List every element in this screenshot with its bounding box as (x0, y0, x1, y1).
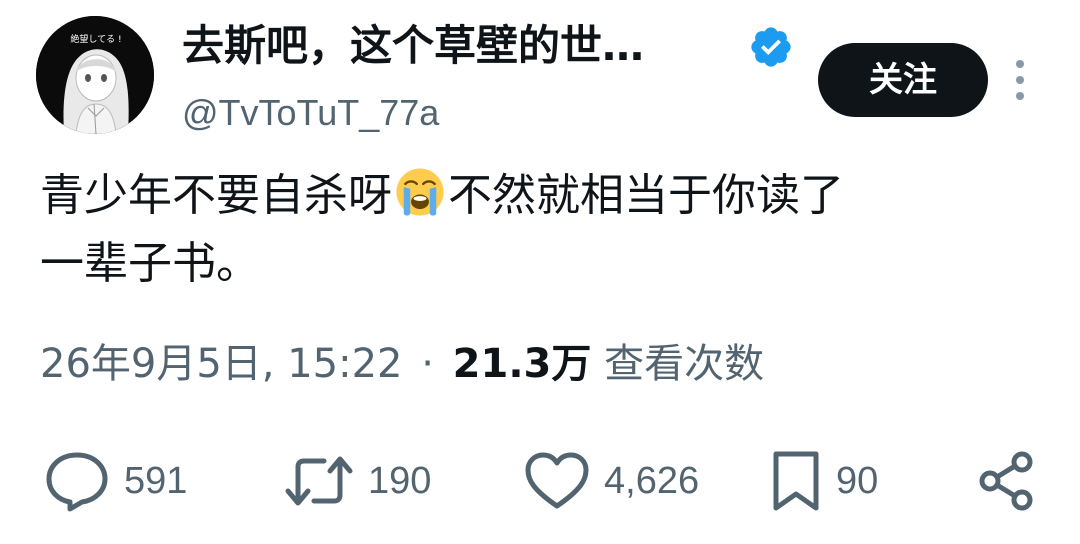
bookmark-icon (773, 451, 819, 511)
views-label: 查看次数 (604, 341, 765, 387)
bookmark-button[interactable]: 90 (770, 448, 878, 514)
timestamp[interactable]: 26年9月5日, 15:22 (40, 341, 403, 387)
heart-icon (525, 452, 589, 509)
bookmark-count: 90 (836, 460, 879, 502)
tweet-text-part-2: 不然就相当于你读了 (448, 170, 844, 221)
loudly-crying-face-icon (396, 168, 444, 216)
user-handle[interactable]: @TvToTuT_77a (182, 88, 439, 138)
tweet-text-line-2: 一辈子书。 (40, 238, 260, 289)
avatar-caption: 絶望してる ! (70, 33, 121, 45)
follow-button[interactable]: 关注 (818, 43, 988, 117)
display-name[interactable]: 去斯吧，这个草壁的世… (182, 18, 644, 74)
reply-button[interactable]: 591 (44, 448, 187, 514)
meta-separator: · (421, 341, 434, 387)
views-count: 21.3万 (452, 341, 592, 387)
tweet-meta: 26年9月5日, 15:22 · 21.3万 查看次数 (40, 336, 764, 392)
tweet-text-part-1: 青少年不要自杀呀 (40, 170, 392, 221)
avatar[interactable]: 絶望してる ! (36, 16, 154, 134)
tweet-text: 青少年不要自杀呀 不然就相当于你读了 一辈子书。 (40, 162, 1050, 298)
retweet-count: 190 (368, 460, 432, 502)
like-button[interactable]: 4,626 (524, 448, 699, 514)
reply-count: 591 (124, 460, 188, 502)
verified-badge-icon (751, 27, 791, 67)
reply-icon (46, 452, 108, 512)
retweet-icon (285, 456, 353, 506)
retweet-button[interactable]: 190 (284, 448, 431, 514)
more-vertical-icon[interactable] (1008, 58, 1032, 102)
tweet-text-line-1: 青少年不要自杀呀 不然就相当于你读了 (40, 162, 1050, 230)
share-icon (979, 451, 1033, 511)
share-button[interactable] (976, 448, 1038, 514)
like-count: 4,626 (604, 460, 700, 502)
avatar-illustration: 絶望してる ! (36, 16, 154, 134)
